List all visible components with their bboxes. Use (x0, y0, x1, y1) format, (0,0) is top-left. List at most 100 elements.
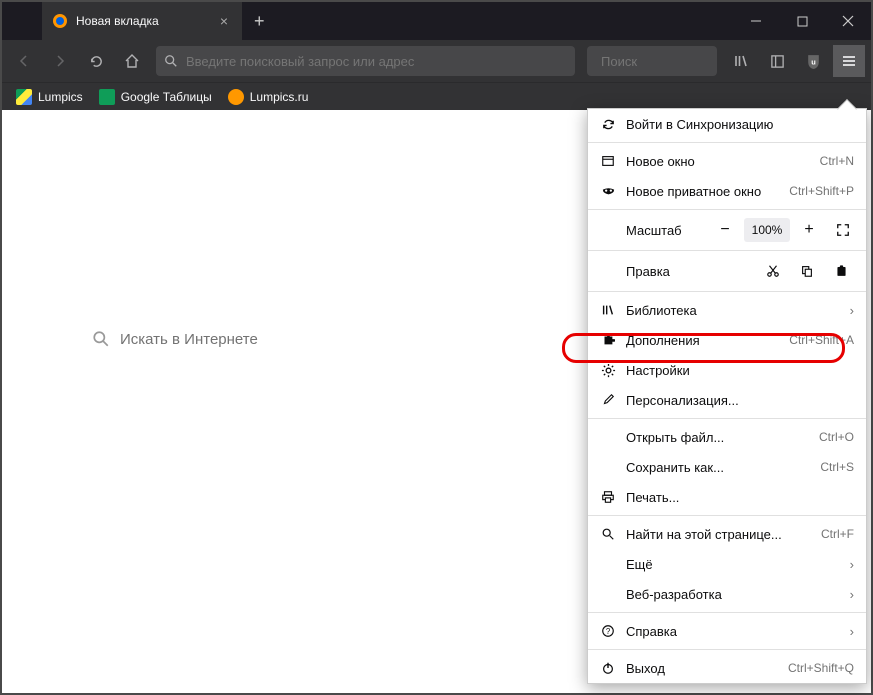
home-search-placeholder: Искать в Интернете (120, 331, 258, 348)
zoom-out-button[interactable]: − (710, 217, 740, 243)
search-bar[interactable] (587, 46, 717, 76)
gear-icon (600, 362, 616, 378)
hamburger-menu-panel: Войти в Синхронизацию Новое окно Ctrl+N … (587, 108, 867, 684)
menu-shortcut: Ctrl+Shift+Q (788, 661, 854, 675)
menu-shortcut: Ctrl+F (821, 527, 854, 541)
bookmarks-toolbar: Lumpics Google Таблицы Lumpics.ru (2, 82, 871, 110)
url-input[interactable] (186, 54, 567, 69)
bookmark-item[interactable]: Lumpics (10, 87, 89, 107)
menu-label: Войти в Синхронизацию (626, 117, 854, 132)
chevron-right-icon: › (850, 303, 854, 318)
close-window-button[interactable] (825, 2, 871, 40)
help-icon: ? (600, 623, 616, 639)
fullscreen-button[interactable] (828, 217, 858, 243)
menu-label: Открыть файл... (626, 430, 809, 445)
menu-library[interactable]: Библиотека › (588, 295, 866, 325)
menu-label: Новое окно (626, 154, 810, 169)
menu-find[interactable]: Найти на этой странице... Ctrl+F (588, 519, 866, 549)
zoom-value[interactable]: 100% (744, 218, 790, 242)
menu-label: Настройки (626, 363, 854, 378)
tab-close-button[interactable]: × (216, 13, 232, 29)
window-controls (733, 2, 871, 40)
window-icon (600, 153, 616, 169)
menu-help[interactable]: ? Справка › (588, 616, 866, 646)
svg-text:u: u (811, 57, 816, 66)
search-icon (600, 526, 616, 542)
url-bar[interactable] (156, 46, 575, 76)
menu-settings[interactable]: Настройки (588, 355, 866, 385)
search-icon (164, 54, 178, 68)
menu-label: Библиотека (626, 303, 840, 318)
zoom-in-button[interactable]: + (794, 217, 824, 243)
menu-webdev[interactable]: Веб-разработка › (588, 579, 866, 609)
print-icon (600, 489, 616, 505)
maximize-button[interactable] (779, 2, 825, 40)
copy-button[interactable] (790, 258, 824, 284)
menu-label: Найти на этой странице... (626, 527, 811, 542)
zoom-label: Масштаб (626, 223, 706, 238)
site-icon (228, 89, 244, 105)
library-icon (600, 302, 616, 318)
menu-shortcut: Ctrl+Shift+P (789, 184, 854, 198)
menu-shortcut: Ctrl+O (819, 430, 854, 444)
browser-tab[interactable]: Новая вкладка × (42, 2, 242, 40)
puzzle-icon (600, 332, 616, 348)
paste-button[interactable] (824, 258, 858, 284)
menu-label: Новое приватное окно (626, 184, 779, 199)
menu-label: Печать... (626, 490, 854, 505)
hamburger-menu-button[interactable] (833, 45, 865, 77)
menu-label: Сохранить как... (626, 460, 810, 475)
minimize-button[interactable] (733, 2, 779, 40)
reload-button[interactable] (80, 45, 112, 77)
new-tab-button[interactable]: + (242, 2, 277, 40)
menu-new-window[interactable]: Новое окно Ctrl+N (588, 146, 866, 176)
search-icon (92, 330, 110, 348)
menu-save-as[interactable]: Сохранить как... Ctrl+S (588, 452, 866, 482)
firefox-icon (52, 13, 68, 29)
chevron-right-icon: › (850, 557, 854, 572)
menu-shortcut: Ctrl+S (820, 460, 854, 474)
bookmark-label: Lumpics.ru (250, 90, 309, 104)
menu-label: Веб-разработка (626, 587, 840, 602)
cut-button[interactable] (756, 258, 790, 284)
sync-icon (600, 116, 616, 132)
chevron-right-icon: › (850, 587, 854, 602)
menu-label: Ещё (626, 557, 840, 572)
chevron-right-icon: › (850, 624, 854, 639)
ublock-button[interactable]: u (797, 45, 829, 77)
tab-title: Новая вкладка (76, 14, 208, 28)
titlebar: Новая вкладка × + (2, 2, 871, 40)
menu-open-file[interactable]: Открыть файл... Ctrl+O (588, 422, 866, 452)
menu-exit[interactable]: Выход Ctrl+Shift+Q (588, 653, 866, 683)
edit-label: Правка (626, 264, 756, 279)
menu-label: Выход (626, 661, 778, 676)
library-button[interactable] (725, 45, 757, 77)
sidebar-button[interactable] (761, 45, 793, 77)
bookmark-item[interactable]: Google Таблицы (93, 87, 218, 107)
menu-more[interactable]: Ещё › (588, 549, 866, 579)
menu-zoom-row: Масштаб − 100% + (588, 213, 866, 247)
menu-label: Справка (626, 624, 840, 639)
menu-shortcut: Ctrl+Shift+A (789, 333, 854, 347)
menu-label: Персонализация... (626, 393, 854, 408)
drive-icon (16, 89, 32, 105)
back-button[interactable] (8, 45, 40, 77)
menu-edit-row: Правка (588, 254, 866, 288)
bookmark-item[interactable]: Lumpics.ru (222, 87, 315, 107)
menu-sync[interactable]: Войти в Синхронизацию (588, 109, 866, 139)
bookmark-label: Google Таблицы (121, 90, 212, 104)
menu-label: Дополнения (626, 333, 779, 348)
mask-icon (600, 183, 616, 199)
menu-print[interactable]: Печать... (588, 482, 866, 512)
menu-addons[interactable]: Дополнения Ctrl+Shift+A (588, 325, 866, 355)
menu-customize[interactable]: Персонализация... (588, 385, 866, 415)
sheets-icon (99, 89, 115, 105)
brush-icon (600, 392, 616, 408)
bookmark-label: Lumpics (38, 90, 83, 104)
forward-button[interactable] (44, 45, 76, 77)
power-icon (600, 660, 616, 676)
navigation-toolbar: u (2, 40, 871, 82)
menu-new-private[interactable]: Новое приватное окно Ctrl+Shift+P (588, 176, 866, 206)
svg-text:?: ? (606, 627, 611, 636)
home-button[interactable] (116, 45, 148, 77)
